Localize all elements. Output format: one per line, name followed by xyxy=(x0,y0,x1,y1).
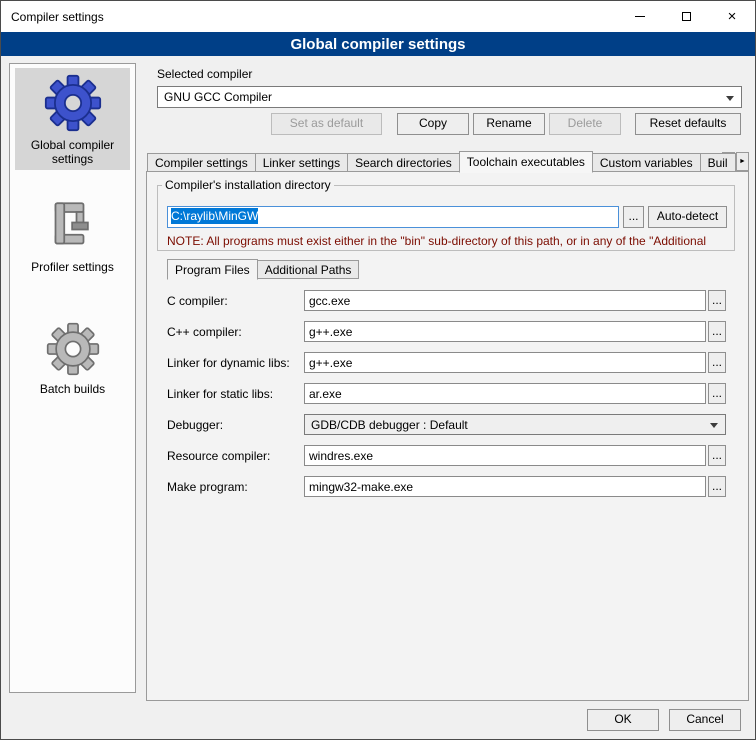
settings-tabstrip: Compiler settings Linker settings Search… xyxy=(147,150,735,172)
delete-button[interactable]: Delete xyxy=(549,113,621,135)
subtab-additional-paths[interactable]: Additional Paths xyxy=(257,260,360,279)
copy-button[interactable]: Copy xyxy=(397,113,469,135)
make-program-label: Make program: xyxy=(167,480,248,494)
linker-static-input[interactable] xyxy=(304,383,706,404)
tab-compiler-settings[interactable]: Compiler settings xyxy=(147,153,256,172)
tab-linker-settings[interactable]: Linker settings xyxy=(255,153,348,172)
window-controls: × xyxy=(617,1,755,32)
debugger-label: Debugger: xyxy=(167,418,223,432)
tab-toolchain-executables[interactable]: Toolchain executables xyxy=(459,151,593,173)
resource-compiler-browse-button[interactable]: ... xyxy=(708,445,726,466)
sidebar-item-batch-builds[interactable]: Batch builds xyxy=(15,316,130,400)
make-program-input[interactable] xyxy=(304,476,706,497)
install-dir-input[interactable]: C:\raylib\MinGW xyxy=(167,206,619,228)
sidebar-item-label: Global compiler settings xyxy=(15,138,130,170)
tab-custom-variables[interactable]: Custom variables xyxy=(592,153,701,172)
settings-category-list: Global compiler settings Profiler settin… xyxy=(9,63,136,693)
linker-static-browse-button[interactable]: ... xyxy=(708,383,726,404)
make-program-browse-button[interactable]: ... xyxy=(708,476,726,497)
tab-search-directories[interactable]: Search directories xyxy=(347,153,460,172)
tab-scroll-right-button[interactable]: ► xyxy=(736,152,749,171)
linker-dynamic-label: Linker for dynamic libs: xyxy=(167,356,290,370)
install-dir-browse-button[interactable]: ... xyxy=(623,206,644,228)
resource-compiler-label: Resource compiler: xyxy=(167,449,270,463)
selected-compiler-label: Selected compiler xyxy=(157,67,252,81)
sidebar-item-label: Batch builds xyxy=(15,382,130,400)
ok-button[interactable]: OK xyxy=(587,709,659,731)
linker-dynamic-browse-button[interactable]: ... xyxy=(708,352,726,373)
window-title: Compiler settings xyxy=(11,10,104,24)
close-button[interactable]: × xyxy=(709,1,755,32)
minimize-button[interactable] xyxy=(617,1,663,32)
chevron-down-icon xyxy=(726,96,734,101)
sidebar-item-global-compiler-settings[interactable]: Global compiler settings xyxy=(15,68,130,170)
resource-compiler-input[interactable] xyxy=(304,445,706,466)
sidebar-item-label: Profiler settings xyxy=(15,260,130,278)
maximize-button[interactable] xyxy=(663,1,709,32)
c-compiler-browse-button[interactable]: ... xyxy=(708,290,726,311)
reset-defaults-button[interactable]: Reset defaults xyxy=(635,113,741,135)
titlebar: Compiler settings × xyxy=(1,1,755,32)
program-files-tabstrip: Program Files Additional Paths xyxy=(167,258,358,279)
set-as-default-button[interactable]: Set as default xyxy=(271,113,382,135)
compiler-settings-dialog: Compiler settings × Global compiler sett… xyxy=(0,0,756,740)
maximize-icon xyxy=(682,12,691,21)
subtab-program-files[interactable]: Program Files xyxy=(167,259,258,280)
profiler-tool-icon xyxy=(45,198,101,254)
sidebar-item-profiler-settings[interactable]: Profiler settings xyxy=(15,192,130,278)
chevron-down-icon xyxy=(710,423,718,428)
page-title: Global compiler settings xyxy=(1,32,755,56)
auto-detect-button[interactable]: Auto-detect xyxy=(648,206,727,228)
tab-build-options[interactable]: Buil xyxy=(700,153,736,172)
gear-icon xyxy=(44,74,102,132)
cancel-button[interactable]: Cancel xyxy=(669,709,741,731)
rename-button[interactable]: Rename xyxy=(473,113,545,135)
debugger-select[interactable]: GDB/CDB debugger : Default xyxy=(304,414,726,435)
c-compiler-label: C compiler: xyxy=(167,294,228,308)
close-icon: × xyxy=(728,9,737,24)
compiler-select[interactable]: GNU GCC Compiler xyxy=(157,86,742,108)
installation-directory-legend: Compiler's installation directory xyxy=(162,178,334,192)
install-dir-value: C:\raylib\MinGW xyxy=(171,208,258,224)
compiler-select-value: GNU GCC Compiler xyxy=(164,90,272,104)
cpp-compiler-input[interactable] xyxy=(304,321,706,342)
bin-subdirectory-note: NOTE: All programs must exist either in … xyxy=(167,234,735,248)
gray-gear-icon xyxy=(46,322,100,376)
minimize-icon xyxy=(635,16,645,17)
linker-static-label: Linker for static libs: xyxy=(167,387,273,401)
c-compiler-input[interactable] xyxy=(304,290,706,311)
cpp-compiler-browse-button[interactable]: ... xyxy=(708,321,726,342)
linker-dynamic-input[interactable] xyxy=(304,352,706,373)
debugger-select-value: GDB/CDB debugger : Default xyxy=(311,418,468,432)
cpp-compiler-label: C++ compiler: xyxy=(167,325,242,339)
